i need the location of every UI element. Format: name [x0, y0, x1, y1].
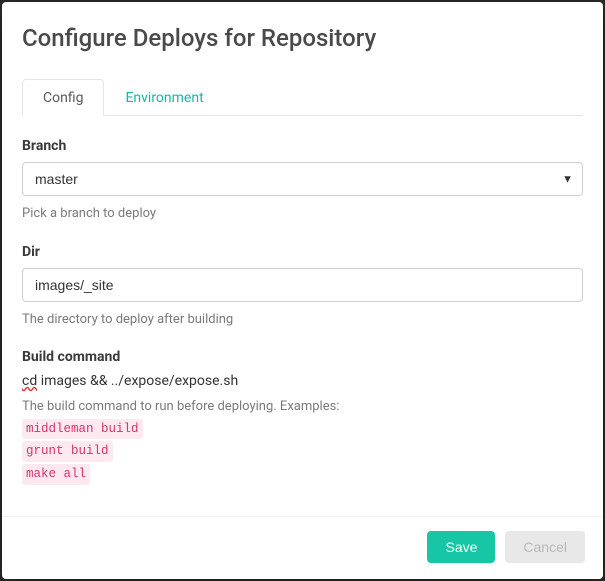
modal-title: Configure Deploys for Repository — [22, 24, 583, 52]
build-input[interactable]: cd images && ../expose/expose.sh — [22, 373, 583, 389]
dir-group: Dir The directory to deploy after buildi… — [22, 244, 583, 330]
cancel-button[interactable]: Cancel — [505, 531, 585, 563]
dir-label: Dir — [22, 244, 583, 260]
dir-input[interactable] — [22, 268, 583, 302]
branch-select[interactable]: master — [22, 162, 583, 196]
build-example-3: make all — [22, 464, 90, 485]
build-input-spellfrag: cd — [22, 373, 37, 389]
tab-config[interactable]: Config — [22, 79, 104, 116]
branch-label: Branch — [22, 138, 583, 154]
build-help-intro: The build command to run before deployin… — [22, 399, 339, 414]
build-example-1: middleman build — [22, 419, 143, 440]
branch-group: Branch master ▼ Pick a branch to deploy — [22, 138, 583, 224]
dir-help: The directory to deploy after building — [22, 310, 583, 330]
build-help: The build command to run before deployin… — [22, 397, 583, 485]
modal-footer: Save Cancel — [2, 516, 603, 579]
build-input-rest: images && ../expose/expose.sh — [37, 373, 238, 389]
build-example-2: grunt build — [22, 441, 113, 462]
build-label: Build command — [22, 349, 583, 365]
build-group: Build command cd images && ../expose/exp… — [22, 349, 583, 485]
save-button[interactable]: Save — [427, 531, 495, 563]
configure-deploys-modal: Configure Deploys for Repository Config … — [2, 2, 603, 579]
modal-body: Configure Deploys for Repository Config … — [2, 2, 603, 516]
tabs: Config Environment — [22, 78, 583, 116]
tab-environment[interactable]: Environment — [104, 79, 224, 116]
branch-help: Pick a branch to deploy — [22, 204, 583, 224]
